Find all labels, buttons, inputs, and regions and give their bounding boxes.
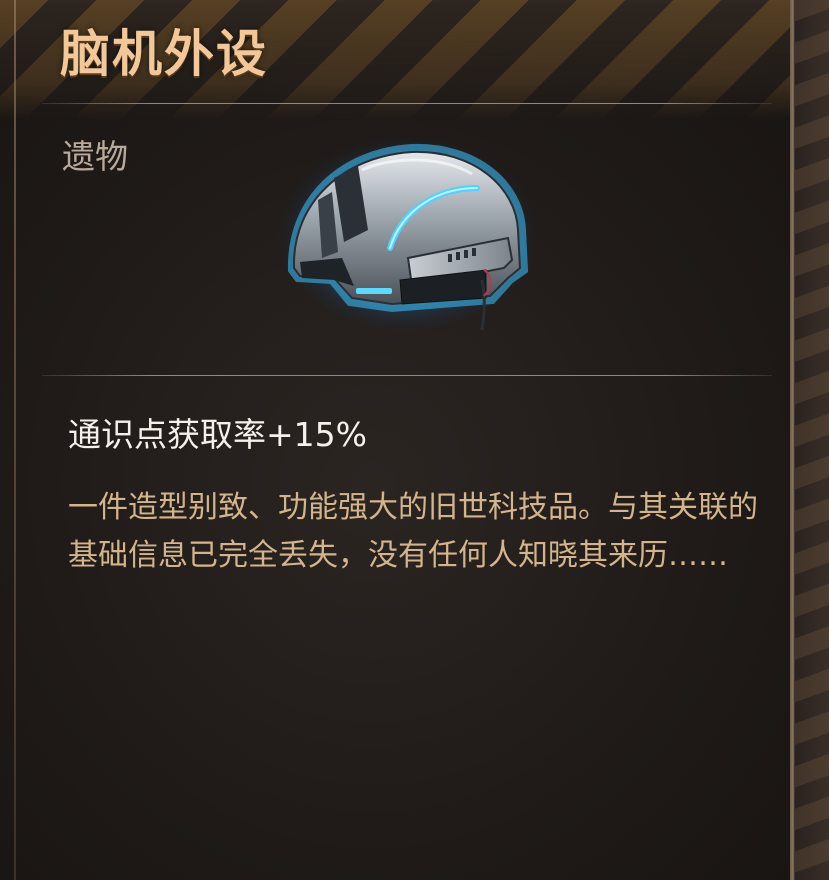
item-effect: 通识点获取率+15% [68,415,367,454]
helmet-icon [272,130,542,340]
item-description: 一件造型别致、功能强大的旧世科技品。与其关联的基础信息已完全丢失，没有任何人知晓… [68,490,758,573]
item-name: 脑机外设 [60,25,268,83]
header-divider [42,103,772,104]
left-frame-edge [14,0,16,880]
section-divider [42,375,772,376]
item-category: 遗物 [62,137,128,176]
item-detail-card: 脑机外设 遗物 通识点获取率+15% 一件造型别致、功能强大的旧世科技品。与其关… [0,0,829,880]
right-frame-edge [790,0,829,880]
